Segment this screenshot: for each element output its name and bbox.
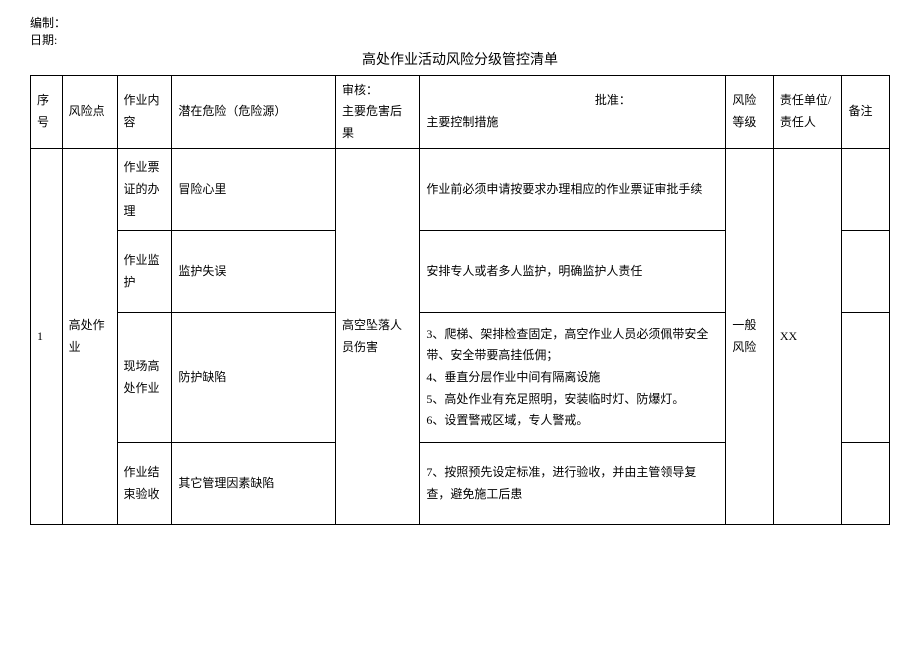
col-header-level: 风险等级	[726, 75, 773, 149]
cell-remark	[842, 443, 890, 525]
cell-content: 作业票证的办理	[117, 149, 172, 231]
cell-danger: 冒险心里	[172, 149, 336, 231]
cell-responsible: XX	[773, 149, 842, 525]
col-header-danger: 潜在危险（危险源）	[172, 75, 336, 149]
cell-control: 安排专人或者多人监护，明确监护人责任	[420, 231, 726, 313]
cell-danger: 其它管理因素缺陷	[172, 443, 336, 525]
col-header-remark: 备注	[842, 75, 890, 149]
cell-seq: 1	[31, 149, 63, 525]
audit-label: 审核：	[342, 80, 413, 102]
table-header-row: 序号 风险点 作业内容 潜在危险（危险源） 审核： 主要危害后果 批准： 主要控…	[31, 75, 890, 149]
cell-remark	[842, 313, 890, 443]
col-header-responsible: 责任单位/责任人	[773, 75, 842, 149]
date-label: 日期:	[30, 32, 890, 49]
risk-table: 序号 风险点 作业内容 潜在危险（危险源） 审核： 主要危害后果 批准： 主要控…	[30, 75, 890, 526]
cell-risk-point: 高处作业	[62, 149, 117, 525]
cell-control: 作业前必须申请按要求办理相应的作业票证审批手续	[420, 149, 726, 231]
table-row: 1 高处作业 作业票证的办理 冒险心里 高空坠落人员伤害 作业前必须申请按要求办…	[31, 149, 890, 231]
cell-danger: 监护失误	[172, 231, 336, 313]
cell-remark	[842, 231, 890, 313]
doc-title: 高处作业活动风险分级管控清单	[30, 49, 890, 69]
cell-content: 作业监护	[117, 231, 172, 313]
cell-danger: 防护缺陷	[172, 313, 336, 443]
compile-label: 编制：	[30, 15, 890, 32]
cell-level: 一般风险	[726, 149, 773, 525]
cell-remark	[842, 149, 890, 231]
col-header-hazard: 审核： 主要危害后果	[335, 75, 419, 149]
cell-control: 7、按照预先设定标准，进行验收，并由主管领导复查，避免施工后患	[420, 443, 726, 525]
cell-content: 现场高处作业	[117, 313, 172, 443]
col-header-risk-point: 风险点	[62, 75, 117, 149]
col-header-content: 作业内容	[117, 75, 172, 149]
col-header-seq: 序号	[31, 75, 63, 149]
approve-label: 批准：	[426, 90, 719, 112]
cell-control: 3、爬梯、架排检查固定，高空作业人员必须佩带安全带、安全带要高挂低佣； 4、垂直…	[420, 313, 726, 443]
cell-content: 作业结束验收	[117, 443, 172, 525]
cell-hazard: 高空坠落人员伤害	[335, 149, 419, 525]
col-header-control: 批准： 主要控制措施	[420, 75, 726, 149]
